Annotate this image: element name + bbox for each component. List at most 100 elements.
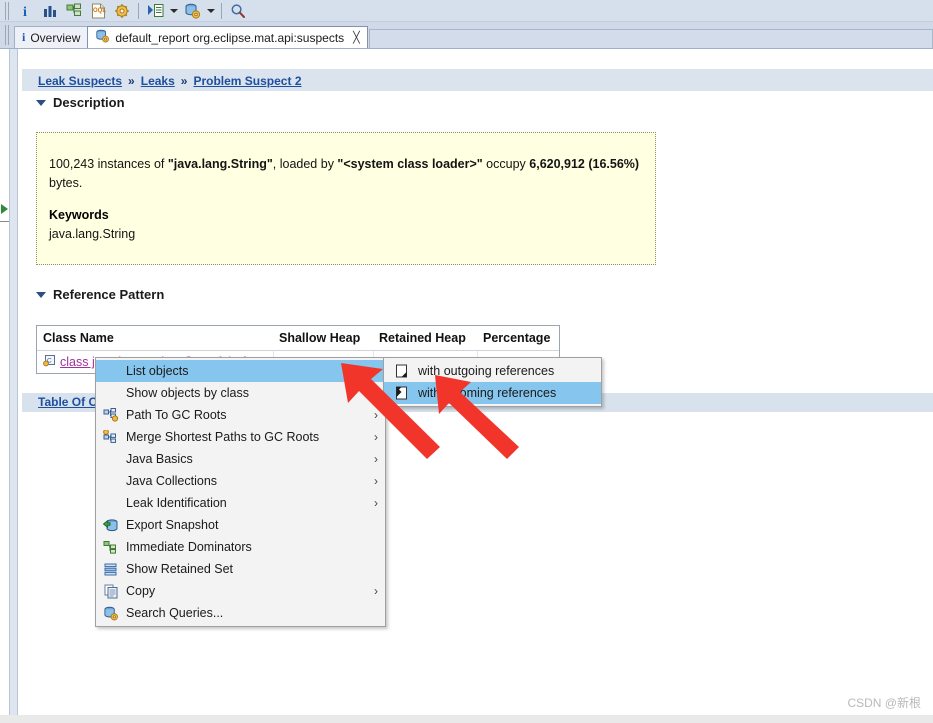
gc-roots-icon [96, 408, 126, 422]
submenu-item-with-incoming-references[interactable]: with incoming references [384, 382, 601, 404]
column-header-shallow-heap[interactable]: Shallow Heap [273, 331, 373, 345]
rail-band [10, 49, 17, 723]
info-icon: i [22, 30, 26, 44]
menu-item-list-objects[interactable]: List objects › [96, 360, 385, 382]
merge-paths-icon [96, 430, 126, 444]
description-box: 100,243 instances of "java.lang.String",… [36, 132, 656, 265]
desc-prefix: 100,243 instances of [49, 157, 168, 171]
desc-suffix: occupy [482, 157, 530, 171]
menu-item-immediate-dominators[interactable]: Immediate Dominators [96, 536, 385, 558]
breadcrumb-link-problem-suspect-2[interactable]: Problem Suspect 2 [193, 74, 301, 88]
twisty-down-icon[interactable] [36, 99, 46, 106]
tab-label: Overview [30, 30, 81, 45]
close-icon[interactable]: ╳ [353, 31, 360, 44]
toolbar-separator-2 [221, 2, 222, 19]
immediate-dominators-icon [96, 540, 126, 554]
submenu-item-label: with outgoing references [418, 364, 555, 378]
keywords-title: Keywords [49, 208, 109, 222]
green-arrow-icon [0, 201, 12, 227]
submenu-item-with-outgoing-references[interactable]: with outgoing references [384, 360, 601, 382]
menu-item-label: Export Snapshot [126, 518, 219, 532]
description-paragraph: 100,243 instances of "java.lang.String",… [49, 155, 649, 193]
menu-item-label: Show Retained Set [126, 562, 234, 576]
submenu-item-label: with incoming references [418, 386, 557, 400]
table-header-row: Class Name Shallow Heap Retained Heap Pe… [37, 326, 559, 351]
menu-item-java-basics[interactable]: Java Basics › [96, 448, 385, 470]
menu-item-label: Path To GC Roots [126, 408, 227, 422]
info-icon[interactable]: i [14, 1, 38, 21]
histogram-icon[interactable] [38, 1, 62, 21]
menu-item-label: Leak Identification [126, 496, 227, 510]
menu-item-copy[interactable]: Copy › [96, 580, 385, 602]
menu-item-merge-shortest-paths-to-gc-roots[interactable]: Merge Shortest Paths to GC Roots › [96, 426, 385, 448]
desc-bytes-value: 6,620,912 (16.56%) [529, 157, 640, 171]
run-dropdown-arrow[interactable] [167, 1, 180, 21]
menu-item-export-snapshot[interactable]: Export Snapshot [96, 514, 385, 536]
menu-item-leak-identification[interactable]: Leak Identification › [96, 492, 385, 514]
main-toolbar: i OQL [0, 0, 933, 22]
watermark: CSDN @新根 [847, 696, 921, 710]
retained-set-icon [96, 563, 126, 576]
desc-class-name: "java.lang.String" [167, 157, 273, 171]
menu-item-label: Java Basics [126, 452, 193, 466]
toolbar-drag-handle[interactable] [0, 0, 14, 22]
left-scroll-rail [0, 49, 22, 723]
run-expression-icon[interactable] [143, 1, 167, 21]
desc-loader-name: "<system class loader>" [337, 157, 483, 171]
tab-label: default_report org.eclipse.mat.api:suspe… [115, 30, 345, 45]
chevron-right-icon: › [374, 452, 378, 466]
breadcrumb-link-leaks[interactable]: Leaks [141, 74, 175, 88]
context-menu[interactable]: List objects › Show objects by class Pat… [95, 357, 386, 627]
copy-icon [96, 584, 126, 599]
menu-item-show-retained-set[interactable]: Show Retained Set [96, 558, 385, 580]
column-header-retained-heap[interactable]: Retained Heap [373, 331, 477, 345]
menu-item-show-objects-by-class[interactable]: Show objects by class [96, 382, 385, 404]
section-title: Reference Pattern [53, 287, 165, 302]
tabbar-empty-area [368, 29, 933, 48]
db-gear-dropdown-arrow[interactable] [204, 1, 217, 21]
oql-icon[interactable]: OQL [86, 1, 110, 21]
chevron-right-icon: › [374, 496, 378, 510]
section-title: Description [53, 95, 125, 110]
queries-gear-icon[interactable] [110, 1, 134, 21]
breadcrumb-separator: » [128, 74, 135, 88]
app-window: i OQL i Overview default_report org.ecli… [0, 0, 933, 723]
desc-end: bytes. [49, 176, 83, 190]
editor-tab-bar: i Overview default_report org.eclipse.ma… [0, 22, 933, 48]
breadcrumb-link-leak-suspects[interactable]: Leak Suspects [38, 74, 122, 88]
tabbar-drag-handle[interactable] [0, 22, 14, 48]
search-queries-icon [96, 606, 126, 621]
breadcrumb-separator-2: » [180, 74, 188, 88]
menu-item-label: List objects [126, 364, 189, 378]
svg-text:i: i [23, 5, 27, 19]
report-icon [95, 29, 110, 46]
menu-item-search-queries[interactable]: Search Queries... [96, 602, 385, 624]
keywords-value: java.lang.String [49, 227, 136, 241]
menu-item-path-to-gc-roots[interactable]: Path To GC Roots › [96, 404, 385, 426]
dominator-tree-icon[interactable] [62, 1, 86, 21]
export-snapshot-icon [96, 518, 126, 533]
menu-item-label: Merge Shortest Paths to GC Roots [126, 430, 320, 444]
column-header-class-name[interactable]: Class Name [37, 331, 273, 345]
section-header-description[interactable]: Description [36, 95, 125, 110]
list-objects-submenu[interactable]: with outgoing references with incoming r… [383, 357, 602, 407]
db-gear-icon[interactable] [180, 1, 204, 21]
tab-default-report[interactable]: default_report org.eclipse.mat.api:suspe… [87, 26, 368, 48]
chevron-right-icon: › [374, 584, 378, 598]
desc-middle: , loaded by [272, 157, 338, 171]
menu-item-label: Copy [126, 584, 156, 598]
outgoing-refs-icon [384, 364, 418, 378]
column-header-percentage[interactable]: Percentage [477, 331, 559, 345]
menu-item-java-collections[interactable]: Java Collections › [96, 470, 385, 492]
rail-line-right [17, 49, 18, 723]
tab-overview[interactable]: i Overview [14, 26, 89, 48]
section-header-reference-pattern[interactable]: Reference Pattern [36, 287, 164, 302]
chevron-right-icon: › [374, 430, 378, 444]
rail-line-left [9, 49, 10, 723]
chevron-right-icon: › [374, 408, 378, 422]
svg-text:OQL: OQL [93, 8, 106, 14]
menu-item-label: Search Queries... [126, 606, 224, 620]
twisty-down-icon[interactable] [36, 291, 46, 298]
toolbar-separator [138, 2, 139, 19]
search-icon[interactable] [226, 1, 250, 21]
